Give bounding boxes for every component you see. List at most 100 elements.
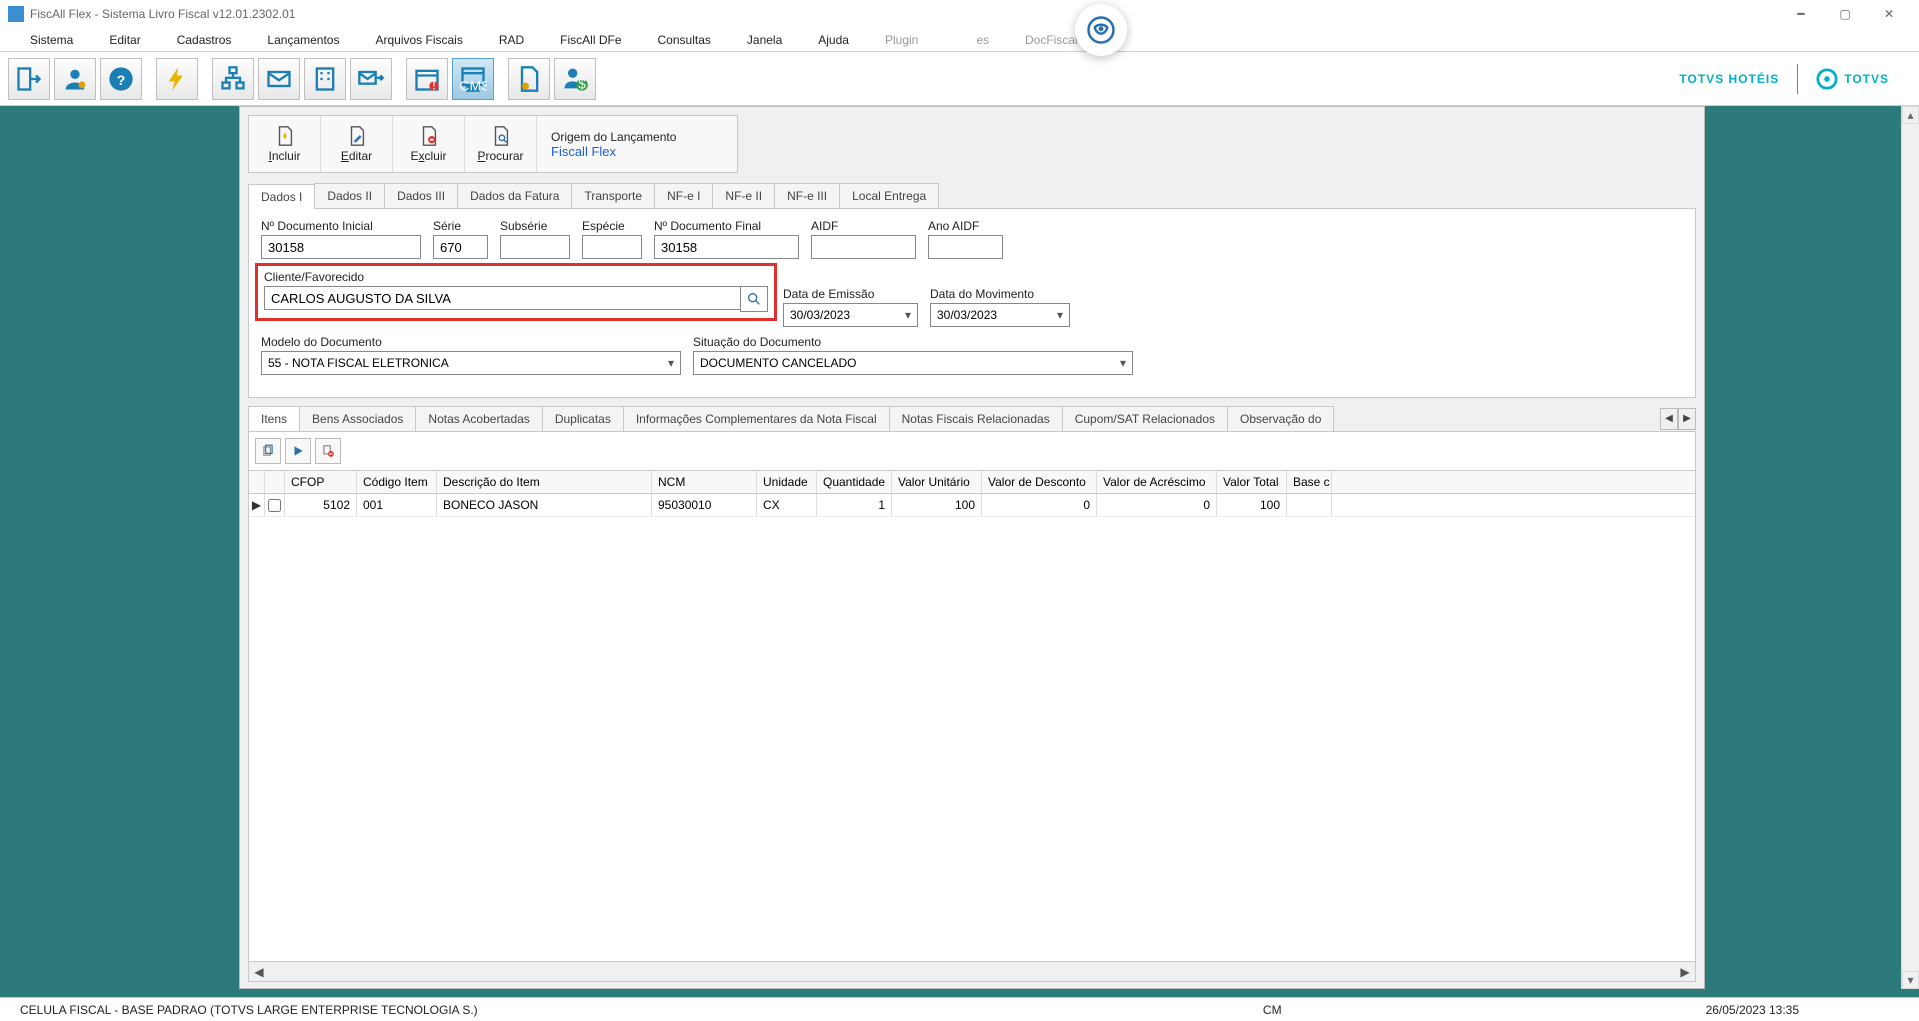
tabs-scroll-right[interactable]: ▶ [1678, 408, 1696, 430]
col-base[interactable]: Base c [1287, 471, 1332, 493]
toolbar-exit-icon[interactable] [8, 58, 50, 100]
menu-sistema[interactable]: Sistema [12, 29, 91, 51]
editar-button[interactable]: Editar [321, 116, 393, 172]
tab-nfe-iii[interactable]: NF-e III [774, 183, 840, 208]
data-emissao-combo[interactable]: 30/03/2023▾ [783, 303, 918, 327]
tab-observacao[interactable]: Observação do [1227, 406, 1334, 431]
toolbar-doc-icon[interactable] [508, 58, 550, 100]
scroll-left-icon[interactable]: ◀ [249, 965, 269, 979]
grid-play-button[interactable] [285, 438, 311, 464]
col-desc[interactable]: Descrição do Item [437, 471, 652, 493]
tab-transporte[interactable]: Transporte [571, 183, 655, 208]
menu-lancamentos[interactable]: Lançamentos [249, 29, 357, 51]
grid-row[interactable]: ▶ 5102 001 BONECO JASON 95030010 CX 1 10… [249, 494, 1695, 517]
maximize-button[interactable]: ▢ [1823, 0, 1867, 28]
menu-rad[interactable]: RAD [481, 29, 542, 51]
panel-vscrollbar[interactable]: ▴ ▾ [1901, 106, 1919, 989]
tab-itens[interactable]: Itens [248, 406, 300, 431]
toolbar-user-money-icon[interactable]: $ [554, 58, 596, 100]
menu-bar: Sistema Editar Cadastros Lançamentos Arq… [0, 28, 1919, 52]
tabs-scroll-left[interactable]: ◀ [1660, 408, 1678, 430]
status-bar: CELULA FISCAL - BASE PADRAO (TOTVS LARGE… [0, 997, 1919, 1021]
data-mov-combo[interactable]: 30/03/2023▾ [930, 303, 1070, 327]
especie-label: Espécie [582, 219, 642, 233]
excluir-button[interactable]: Excluir [393, 116, 465, 172]
tab-notas-acob[interactable]: Notas Acobertadas [415, 406, 542, 431]
minimize-button[interactable]: ━ [1779, 0, 1823, 28]
serie-input[interactable] [433, 235, 488, 259]
menu-janela[interactable]: Janela [729, 29, 800, 51]
toolbar-user-icon[interactable] [54, 58, 96, 100]
cliente-search-button[interactable] [740, 286, 768, 312]
grid-hscrollbar[interactable]: ◀ ▶ [249, 961, 1695, 981]
grid-delete-button[interactable] [315, 438, 341, 464]
menu-plugin: Plugin [867, 29, 936, 51]
menu-editar[interactable]: Editar [91, 29, 158, 51]
menu-arquivos-fiscais[interactable]: Arquivos Fiscais [357, 29, 480, 51]
menu-ajuda[interactable]: Ajuda [800, 29, 867, 51]
scroll-right-icon[interactable]: ▶ [1675, 965, 1695, 979]
main-panel: Incluir Editar Excluir Procurar Origem d… [239, 106, 1705, 989]
chevron-down-icon: ▾ [1057, 308, 1063, 322]
incluir-button[interactable]: Incluir [249, 116, 321, 172]
tab-duplicatas[interactable]: Duplicatas [542, 406, 624, 431]
scroll-down-icon[interactable]: ▾ [1902, 971, 1919, 989]
tab-dados-ii[interactable]: Dados II [314, 183, 385, 208]
col-vtotal[interactable]: Valor Total [1217, 471, 1287, 493]
status-datetime: 26/05/2023 13:35 [1694, 1003, 1811, 1017]
toolbar-building-icon[interactable] [304, 58, 346, 100]
procurar-button[interactable]: Procurar [465, 116, 537, 172]
situacao-combo[interactable]: DOCUMENTO CANCELADO▾ [693, 351, 1133, 375]
modelo-combo[interactable]: 55 - NOTA FISCAL ELETRONICA▾ [261, 351, 681, 375]
col-vunit[interactable]: Valor Unitário [892, 471, 982, 493]
tab-dados-iii[interactable]: Dados III [384, 183, 458, 208]
ndoc-fin-input[interactable] [654, 235, 799, 259]
scroll-up-icon[interactable]: ▴ [1902, 106, 1919, 124]
menu-cadastros[interactable]: Cadastros [159, 29, 250, 51]
svg-text:?: ? [117, 71, 126, 87]
tab-cupom-sat[interactable]: Cupom/SAT Relacionados [1062, 406, 1228, 431]
toolbar-mail-send-icon[interactable] [350, 58, 392, 100]
toolbar-calendar-icms-icon[interactable]: ICMS [452, 58, 494, 100]
tab-nfe-i[interactable]: NF-e I [654, 183, 713, 208]
col-unidade[interactable]: Unidade [757, 471, 817, 493]
aidf-input[interactable] [811, 235, 916, 259]
toolbar-help-icon[interactable]: ? [100, 58, 142, 100]
toolbar-org-icon[interactable] [212, 58, 254, 100]
toolbar-bolt-icon[interactable] [156, 58, 198, 100]
tab-nfe-ii[interactable]: NF-e II [712, 183, 775, 208]
grid-copy-button[interactable] [255, 438, 281, 464]
close-button[interactable]: ✕ [1867, 0, 1911, 28]
col-cfop[interactable]: CFOP [285, 471, 357, 493]
tab-info-comp[interactable]: Informações Complementares da Nota Fisca… [623, 406, 890, 431]
situacao-label: Situação do Documento [693, 335, 1133, 349]
toolbar-calendar-alert-icon[interactable]: ! [406, 58, 448, 100]
tab-bens[interactable]: Bens Associados [299, 406, 416, 431]
tab-nf-relacionadas[interactable]: Notas Fiscais Relacionadas [889, 406, 1063, 431]
tab-dados-i[interactable]: Dados I [248, 184, 315, 209]
main-toolbar: ? ! ICMS $ TOTVS HOTÉIS TOTVS [0, 52, 1919, 106]
subserie-label: Subsérie [500, 219, 570, 233]
tab-dados-fatura[interactable]: Dados da Fatura [457, 183, 572, 208]
assistant-bubble[interactable] [1075, 4, 1127, 56]
data-emissao-label: Data de Emissão [783, 287, 918, 301]
col-qtd[interactable]: Quantidade [817, 471, 892, 493]
row-checkbox[interactable] [265, 494, 285, 516]
ndoc-ini-input[interactable] [261, 235, 421, 259]
menu-consultas[interactable]: Consultas [640, 29, 729, 51]
cliente-input[interactable] [264, 286, 741, 310]
toolbar-mail-icon[interactable] [258, 58, 300, 100]
menu-fiscall-dfe[interactable]: FiscAll DFe [542, 29, 639, 51]
col-codigo[interactable]: Código Item [357, 471, 437, 493]
chevron-down-icon: ▾ [1120, 356, 1126, 370]
col-ncm[interactable]: NCM [652, 471, 757, 493]
col-vacr[interactable]: Valor de Acréscimo [1097, 471, 1217, 493]
tab-local-entrega[interactable]: Local Entrega [839, 183, 939, 208]
origin-value: Fiscall Flex [551, 144, 676, 159]
ano-aidf-input[interactable] [928, 235, 1003, 259]
brand-area: TOTVS HOTÉIS TOTVS [1679, 64, 1911, 94]
col-vdesc[interactable]: Valor de Desconto [982, 471, 1097, 493]
status-cm: CM [1251, 1003, 1294, 1017]
especie-input[interactable] [582, 235, 642, 259]
subserie-input[interactable] [500, 235, 570, 259]
